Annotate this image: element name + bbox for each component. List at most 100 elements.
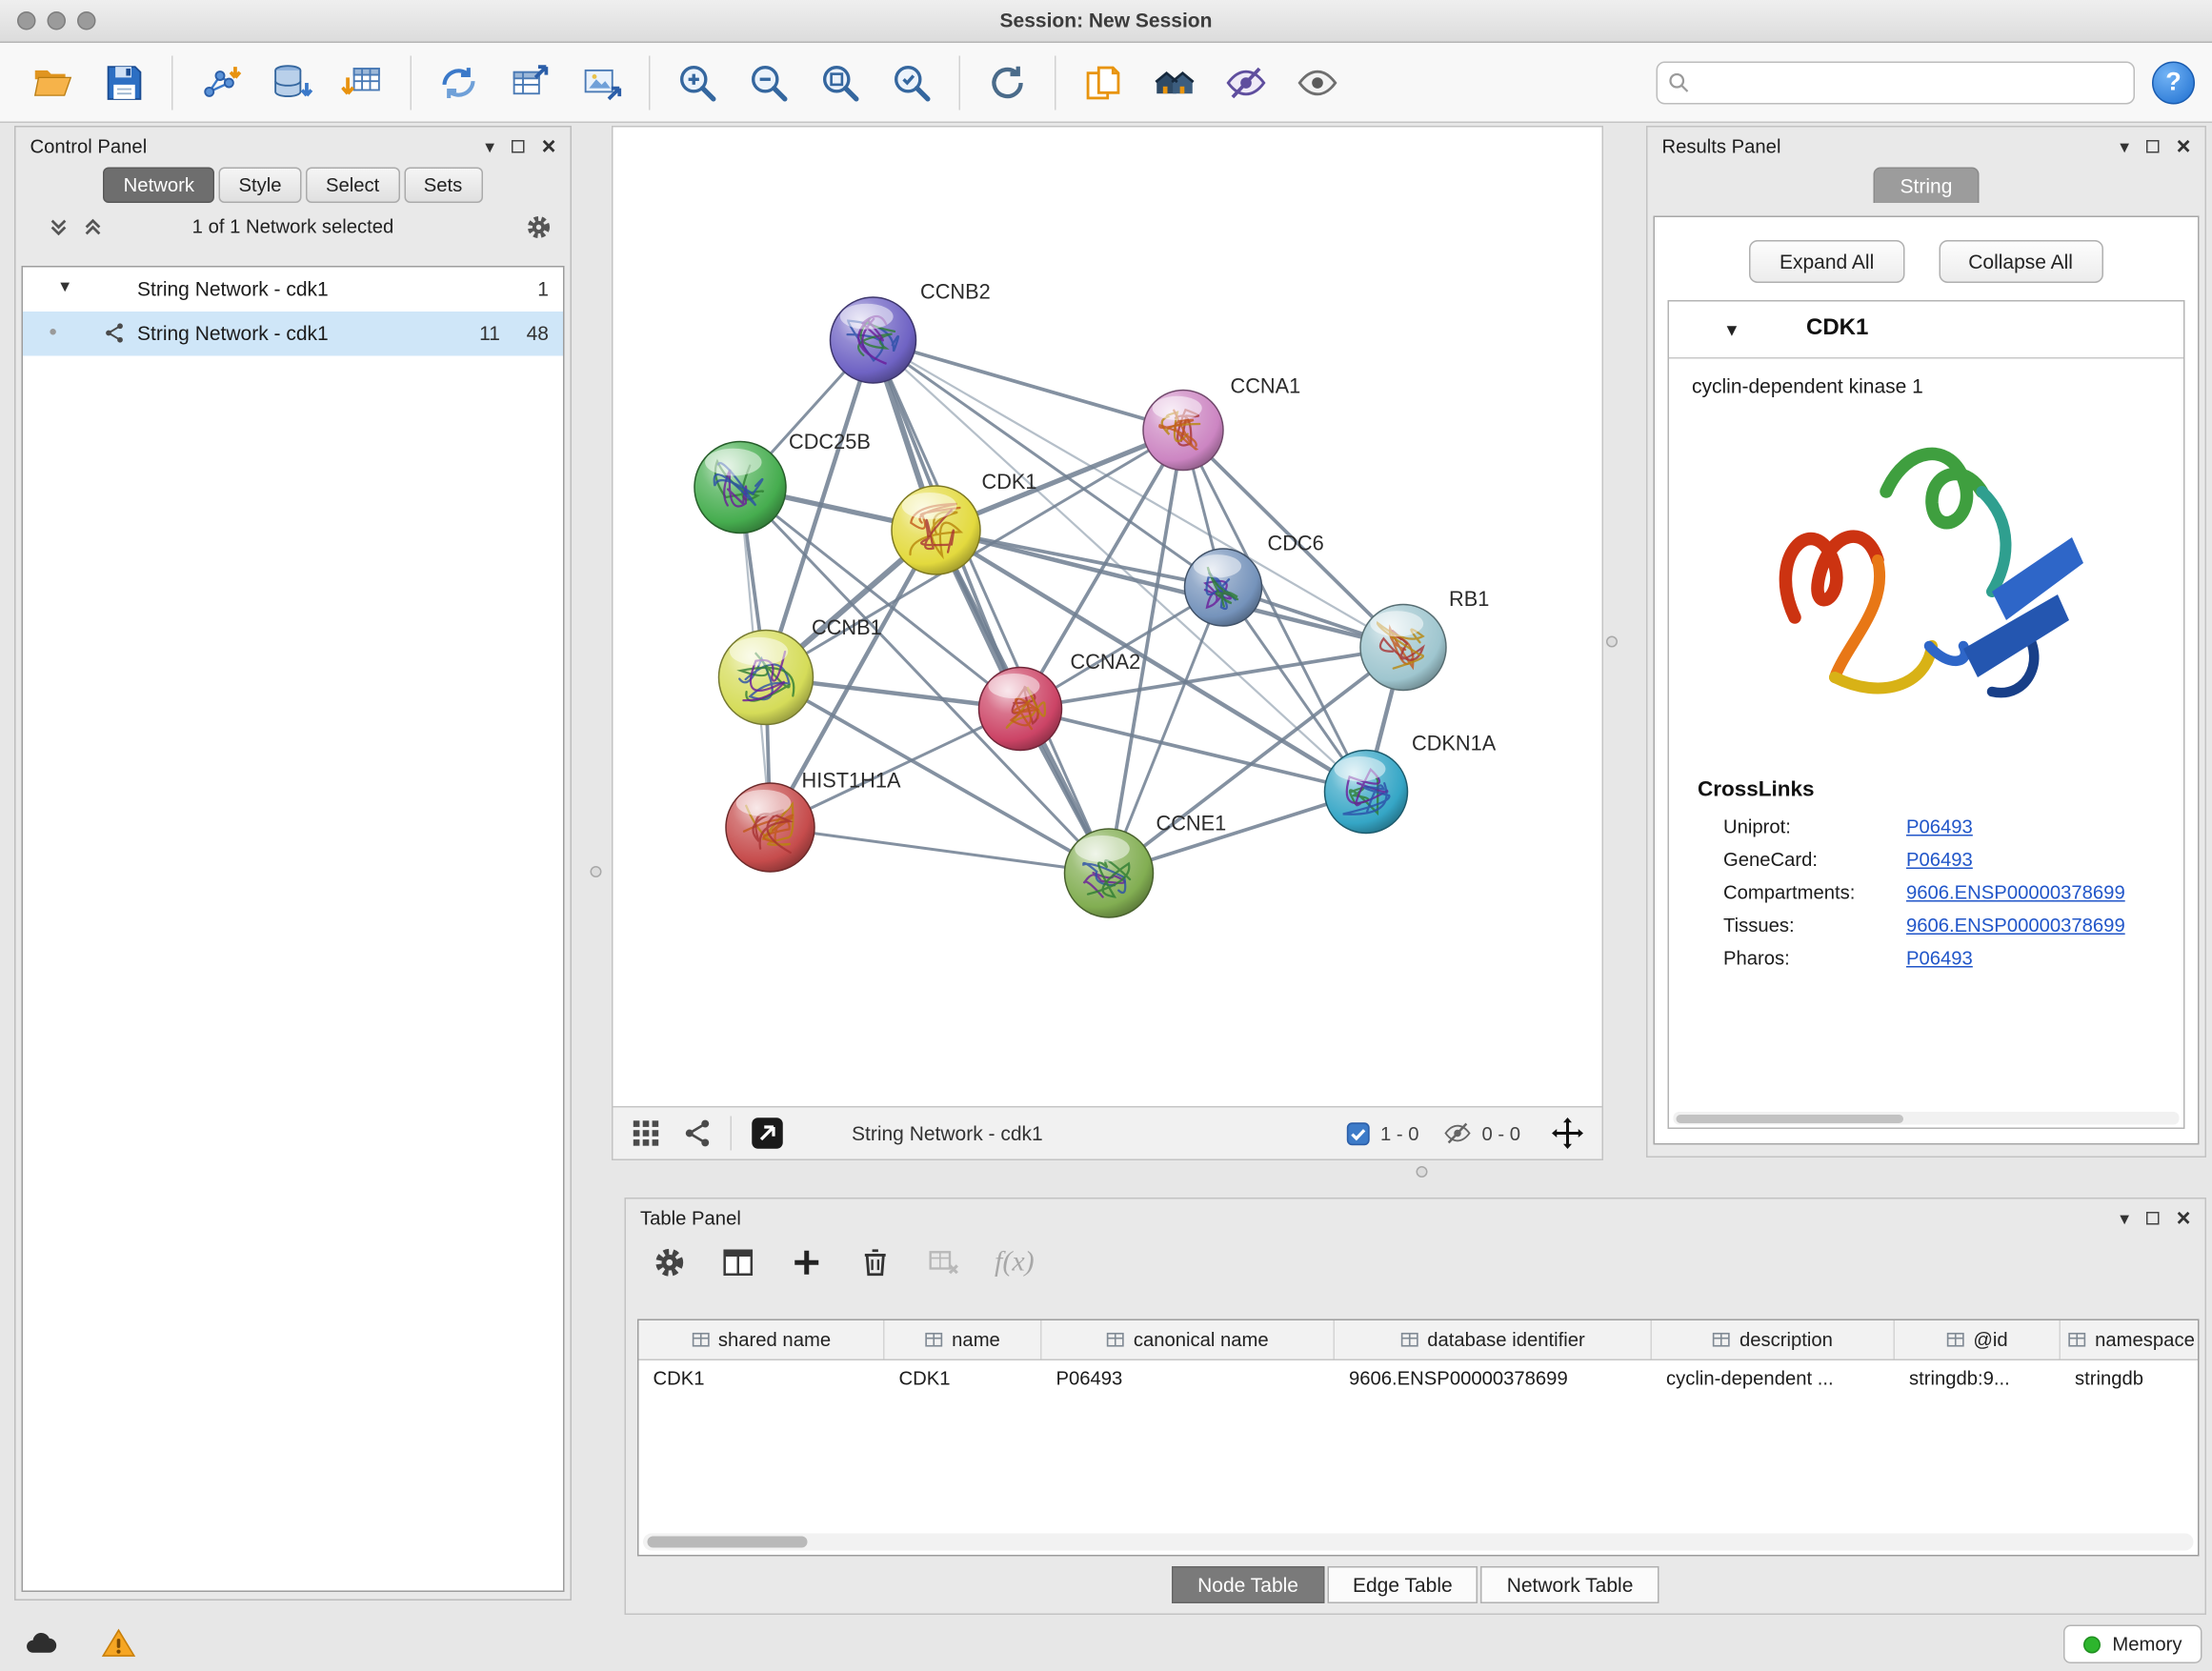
network-edge[interactable] bbox=[874, 340, 1110, 874]
network-node-cdk1[interactable]: CDK1 bbox=[892, 470, 1037, 574]
import-network-database-button[interactable] bbox=[256, 50, 328, 115]
column-header-description[interactable]: description bbox=[1652, 1320, 1895, 1359]
string-home-button[interactable] bbox=[1139, 50, 1211, 115]
expand-all-button[interactable]: Expand All bbox=[1749, 240, 1903, 283]
table-cell: cyclin-dependent ... bbox=[1652, 1360, 1895, 1399]
new-network-button[interactable] bbox=[423, 50, 494, 115]
network-node-ccna1[interactable]: CCNA1 bbox=[1143, 374, 1300, 471]
birdseye-toggle-button[interactable] bbox=[749, 1115, 786, 1152]
network-view-icon[interactable] bbox=[682, 1117, 714, 1149]
copy-documents-button[interactable] bbox=[1068, 50, 1139, 115]
zoom-out-button[interactable] bbox=[734, 50, 805, 115]
table-hscrollbar[interactable] bbox=[643, 1534, 2194, 1551]
import-network-file-button[interactable] bbox=[185, 50, 256, 115]
export-image-button[interactable] bbox=[566, 50, 637, 115]
panel-float-icon[interactable] bbox=[2146, 1211, 2160, 1224]
crosslink-value[interactable]: 9606.ENSP00000378699 bbox=[1906, 882, 2125, 904]
column-header-namespace[interactable]: namespace bbox=[2061, 1320, 2200, 1359]
tab-edge-table[interactable]: Edge Table bbox=[1327, 1566, 1478, 1603]
search-input[interactable] bbox=[1657, 61, 2136, 104]
tree-expand-icon[interactable]: ▼ bbox=[57, 279, 72, 296]
network-edge[interactable] bbox=[874, 340, 1184, 431]
column-header-canonical-name[interactable]: canonical name bbox=[1042, 1320, 1336, 1359]
splitter-handle[interactable] bbox=[1417, 1166, 1428, 1178]
section-collapse-icon[interactable]: ▼ bbox=[1723, 320, 1740, 340]
network-node-cdkn1a[interactable]: CDKN1A bbox=[1325, 732, 1497, 834]
network-edge[interactable] bbox=[1020, 709, 1366, 792]
import-table-button[interactable] bbox=[328, 50, 399, 115]
network-collection-row[interactable]: ▼ String Network - cdk1 1 bbox=[23, 268, 563, 312]
gene-section-header[interactable]: ▼ CDK1 bbox=[1669, 302, 2183, 359]
export-table-button[interactable] bbox=[494, 50, 566, 115]
node-label: CCNA1 bbox=[1231, 374, 1301, 398]
save-session-button[interactable] bbox=[89, 50, 160, 115]
scrollbar-thumb[interactable] bbox=[648, 1537, 808, 1548]
panel-collapse-icon[interactable]: ▾ bbox=[2120, 136, 2129, 155]
table-settings-gear-icon[interactable] bbox=[652, 1245, 688, 1281]
zoom-in-button[interactable] bbox=[662, 50, 734, 115]
node-label: CCNE1 bbox=[1156, 812, 1227, 836]
grid-view-icon[interactable] bbox=[631, 1117, 662, 1149]
open-session-button[interactable] bbox=[17, 50, 89, 115]
crosslink-value[interactable]: P06493 bbox=[1906, 948, 1973, 970]
crosslink-value[interactable]: P06493 bbox=[1906, 816, 1973, 838]
column-header--id[interactable]: @id bbox=[1895, 1320, 2061, 1359]
cloud-icon[interactable] bbox=[23, 1625, 60, 1662]
table-row[interactable]: CDK1CDK1P064939606.ENSP00000378699cyclin… bbox=[639, 1360, 2199, 1399]
tab-network-table[interactable]: Network Table bbox=[1481, 1566, 1659, 1603]
add-column-icon[interactable] bbox=[789, 1245, 825, 1281]
column-header-database-identifier[interactable]: database identifier bbox=[1335, 1320, 1652, 1359]
panel-close-icon[interactable]: × bbox=[2177, 133, 2191, 158]
node-highlight bbox=[730, 637, 788, 666]
tab-node-table[interactable]: Node Table bbox=[1172, 1566, 1324, 1603]
show-toggle-button[interactable] bbox=[1282, 50, 1354, 115]
hidden-eye-slash-icon[interactable] bbox=[1443, 1119, 1472, 1148]
zoom-fit-button[interactable] bbox=[805, 50, 876, 115]
network-selection-row: 1 of 1 Network selected bbox=[16, 203, 571, 252]
crosslink-row: Pharos:P06493 bbox=[1669, 942, 2183, 976]
scrollbar-thumb[interactable] bbox=[1677, 1114, 1904, 1122]
splitter-handle[interactable] bbox=[1606, 636, 1618, 648]
memory-button[interactable]: Memory bbox=[2063, 1625, 2202, 1664]
hide-toggle-button[interactable] bbox=[1211, 50, 1282, 115]
crosslink-value[interactable]: P06493 bbox=[1906, 849, 1973, 871]
pan-crosshair-icon[interactable] bbox=[1551, 1117, 1585, 1151]
toolbar-separator bbox=[959, 55, 961, 110]
panel-collapse-icon[interactable]: ▾ bbox=[485, 136, 494, 155]
column-header-shared-name[interactable]: shared name bbox=[639, 1320, 885, 1359]
node-highlight bbox=[902, 493, 957, 519]
network-edge[interactable] bbox=[771, 828, 1110, 874]
network-row[interactable]: ● String Network - cdk1 11 48 bbox=[23, 312, 563, 356]
network-node-cdc25b[interactable]: CDC25B bbox=[694, 430, 871, 533]
splitter-handle[interactable] bbox=[591, 866, 602, 877]
panel-collapse-icon[interactable]: ▾ bbox=[2120, 1208, 2129, 1227]
help-button[interactable]: ? bbox=[2152, 61, 2195, 104]
network-node-rb1[interactable]: RB1 bbox=[1360, 587, 1489, 691]
network-options-gear-icon[interactable] bbox=[525, 213, 553, 242]
delete-column-icon[interactable] bbox=[857, 1245, 894, 1281]
selected-checkbox-icon[interactable] bbox=[1346, 1121, 1371, 1146]
panel-close-icon[interactable]: × bbox=[2177, 1205, 2191, 1230]
panel-float-icon[interactable] bbox=[2146, 139, 2160, 152]
network-refresh-icon bbox=[437, 61, 480, 104]
tab-network[interactable]: Network bbox=[104, 168, 214, 204]
zoom-selected-button[interactable] bbox=[876, 50, 948, 115]
results-hscrollbar[interactable] bbox=[1674, 1112, 2180, 1125]
warning-icon[interactable] bbox=[100, 1625, 137, 1662]
tab-string[interactable]: String bbox=[1873, 168, 1980, 204]
panel-close-icon[interactable]: × bbox=[542, 133, 556, 158]
network-canvas[interactable]: CCNB2CCNA1CDC25BCDK1CDC6RB1CCNB1CCNA2CDK… bbox=[613, 128, 1602, 1108]
tab-style[interactable]: Style bbox=[218, 168, 301, 204]
function-builder-button[interactable]: f(x) bbox=[995, 1246, 1035, 1279]
table-panel-header: Table Panel ▾ × bbox=[626, 1199, 2205, 1237]
show-columns-icon[interactable] bbox=[720, 1245, 756, 1281]
tab-sets[interactable]: Sets bbox=[404, 168, 483, 204]
crosslink-value[interactable]: 9606.ENSP00000378699 bbox=[1906, 915, 2125, 936]
panel-float-icon[interactable] bbox=[512, 139, 525, 152]
tab-select[interactable]: Select bbox=[306, 168, 399, 204]
network-node-hist1h1a[interactable]: HIST1H1A bbox=[726, 769, 901, 873]
title-bar[interactable]: Session: New Session bbox=[0, 0, 2212, 43]
collapse-all-button[interactable]: Collapse All bbox=[1939, 240, 2103, 283]
refresh-button[interactable] bbox=[972, 50, 1043, 115]
column-header-name[interactable]: name bbox=[885, 1320, 1042, 1359]
